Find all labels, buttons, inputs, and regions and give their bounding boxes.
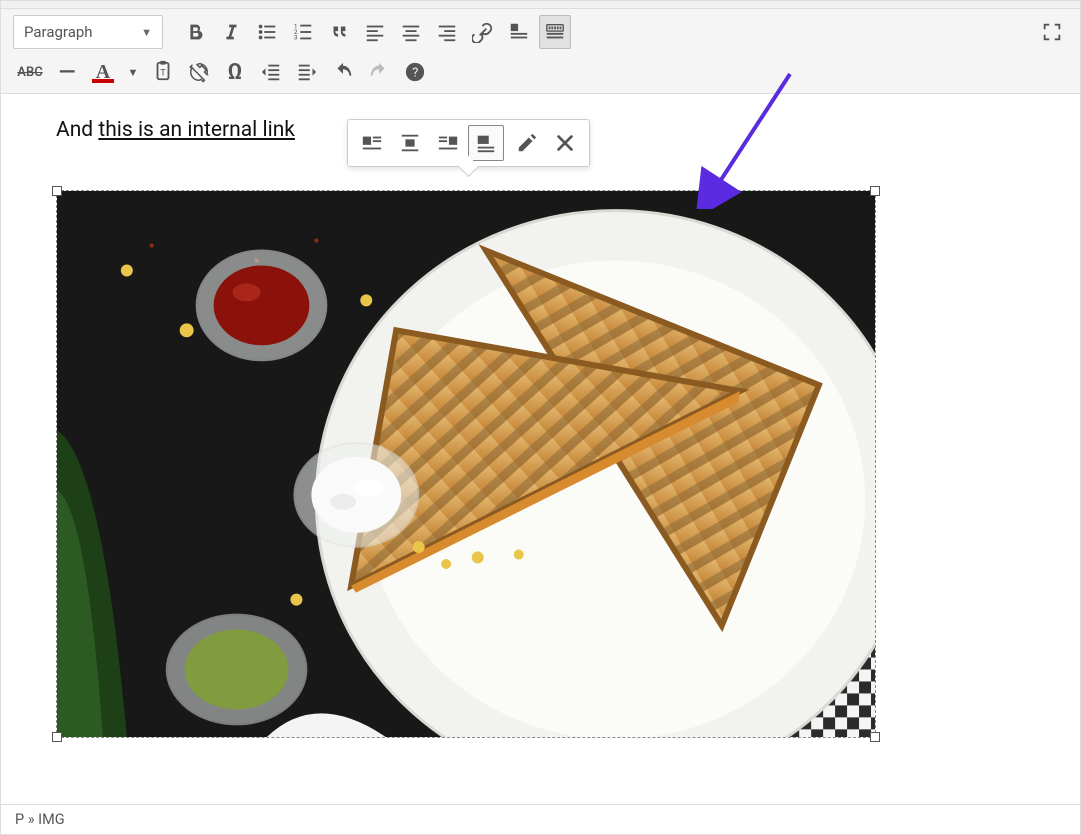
special-character-button[interactable]: Ω [219,57,251,87]
read-more-icon [508,21,530,43]
image-edit-button[interactable] [509,125,545,161]
align-right-icon [436,21,458,43]
resize-handle-bottom-right[interactable] [870,732,880,742]
special-character-icon: Ω [228,60,243,85]
pencil-icon [516,132,538,154]
horizontal-line-icon: — [59,60,76,85]
editor-window: Paragraph ▼ 123 [0,0,1081,835]
image-align-right-icon [437,132,459,154]
close-icon [554,132,576,154]
undo-button[interactable] [327,57,359,87]
blockquote-icon [328,21,350,43]
image-content [57,191,875,737]
image-inline-toolbar [347,119,590,167]
strikethrough-button[interactable]: ABC [13,57,47,87]
image-remove-button[interactable] [547,125,583,161]
selected-image[interactable] [56,190,876,738]
read-more-button[interactable] [503,15,535,49]
strikethrough-icon: ABC [17,65,42,80]
help-button[interactable]: ? [399,57,431,87]
format-dropdown-label: Paragraph [24,23,93,41]
toolbar-row-1: Paragraph ▼ 123 [1,9,1080,55]
chevron-down-icon: ▼ [128,66,139,79]
outdent-button[interactable] [255,57,287,87]
bullet-list-icon [256,21,278,43]
bold-icon [184,21,206,43]
outdent-icon [260,61,282,83]
status-bar-p[interactable]: P [15,811,24,828]
redo-button[interactable] [363,57,395,87]
window-top-strip [1,1,1080,9]
numbered-list-icon: 123 [292,21,314,43]
toolbar-row-2: ABC — A ▼ T Ω [1,55,1080,93]
toolbar: Paragraph ▼ 123 [1,9,1080,94]
align-left-icon [364,21,386,43]
kitchen-sink-icon [544,21,566,43]
text-color-icon: A [96,61,110,84]
italic-icon [220,21,242,43]
format-dropdown[interactable]: Paragraph ▼ [13,15,163,49]
resize-handle-top-right[interactable] [870,186,880,196]
text-color-button[interactable]: A [87,57,119,87]
link-button[interactable] [467,15,499,49]
bullet-list-button[interactable] [251,15,283,49]
italic-button[interactable] [215,15,247,49]
editor-canvas[interactable]: And this is an internal link hidden-unde… [1,94,1080,738]
image-align-center-button[interactable] [392,125,428,161]
fullscreen-button[interactable] [1036,15,1068,49]
align-center-icon [400,21,422,43]
help-icon: ? [404,61,426,83]
svg-text:3: 3 [294,33,298,41]
status-bar-img[interactable]: IMG [38,811,64,828]
svg-text:?: ? [412,66,418,81]
indent-icon [296,61,318,83]
status-bar-sep: » [24,811,38,828]
clear-formatting-icon [188,61,210,83]
body-text-before: And [56,118,98,142]
text-color-caret[interactable]: ▼ [123,57,143,87]
clear-formatting-button[interactable] [183,57,215,87]
blockquote-button[interactable] [323,15,355,49]
image-align-right-button[interactable] [430,125,466,161]
link-icon [472,21,494,43]
paste-as-text-icon: T [152,60,174,82]
image-align-none-button[interactable] [468,125,504,161]
chevron-down-icon: ▼ [141,26,152,39]
image-align-center-icon [399,132,421,154]
fullscreen-icon [1041,21,1063,43]
kitchen-sink-button[interactable] [539,15,571,49]
paste-as-text-button[interactable]: T [147,57,179,87]
horizontal-line-button[interactable]: — [51,57,83,87]
align-center-button[interactable] [395,15,427,49]
resize-handle-bottom-left[interactable] [52,732,62,742]
image-align-left-icon [361,132,383,154]
align-left-button[interactable] [359,15,391,49]
resize-handle-top-left[interactable] [52,186,62,196]
svg-text:T: T [160,69,166,79]
image-align-left-button[interactable] [354,125,390,161]
numbered-list-button[interactable]: 123 [287,15,319,49]
indent-button[interactable] [291,57,323,87]
undo-icon [332,61,354,83]
redo-icon [368,61,390,83]
image-align-none-icon [475,132,497,154]
align-right-button[interactable] [431,15,463,49]
status-bar: P » IMG [1,804,1080,834]
body-link[interactable]: this is an internal link [98,118,295,142]
bold-button[interactable] [179,15,211,49]
